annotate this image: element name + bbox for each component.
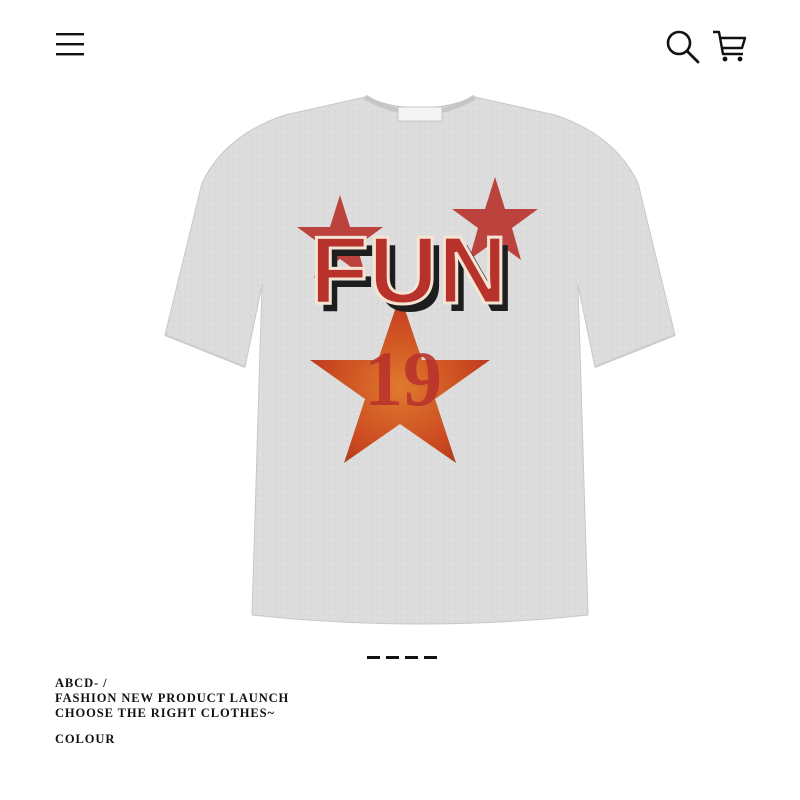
tshirt-product-image[interactable]: FUN FUN 19	[160, 85, 680, 635]
carousel-indicator	[367, 656, 437, 659]
carousel-dot[interactable]	[367, 656, 380, 659]
carousel-dot[interactable]	[424, 656, 437, 659]
carousel-dot[interactable]	[386, 656, 399, 659]
hamburger-menu-icon[interactable]	[54, 30, 86, 60]
product-caption: ABCD- / FASHION NEW PRODUCT LAUNCH CHOOS…	[55, 676, 289, 721]
graphic-fun-text: FUN	[310, 217, 507, 324]
colour-label: COLOUR	[55, 732, 116, 746]
caption-launch: FASHION NEW PRODUCT LAUNCH	[55, 691, 290, 705]
caption-choose: CHOOSE THE RIGHT CLOTHES~	[55, 706, 275, 720]
caption-brand: ABCD- /	[55, 676, 108, 690]
carousel-dot[interactable]	[405, 656, 418, 659]
shopping-cart-icon[interactable]	[710, 26, 750, 66]
search-icon[interactable]	[664, 28, 702, 66]
graphic-number-text: 19	[364, 335, 442, 422]
